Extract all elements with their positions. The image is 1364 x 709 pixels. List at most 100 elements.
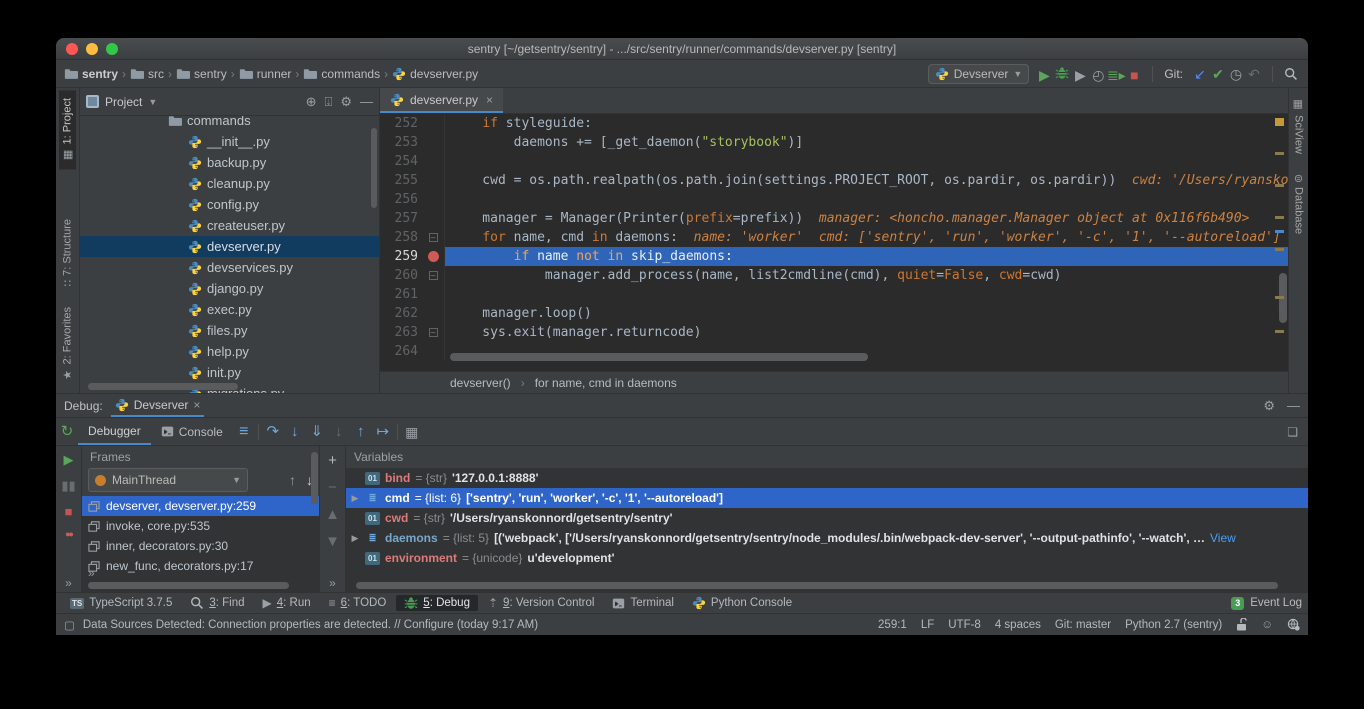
step-into-my-code-button[interactable]: ⇓ — [306, 423, 328, 441]
line-number[interactable]: 252 — [380, 114, 422, 133]
debug-tab-debugger[interactable]: Debugger — [78, 418, 151, 445]
force-step-into-button[interactable]: ↓ — [328, 423, 350, 441]
breadcrumb-item[interactable]: commands — [303, 67, 380, 81]
hide-panel-icon[interactable]: — — [360, 94, 373, 109]
hide-panel-icon[interactable]: — — [1287, 398, 1300, 414]
variable-row-environment[interactable]: 01environment= {unicode}u'development' — [346, 548, 1308, 568]
tree-item-files-py[interactable]: files.py — [80, 320, 379, 341]
tree-item-help-py[interactable]: help.py — [80, 341, 379, 362]
settings-gear-icon[interactable]: ⚙ — [1263, 398, 1275, 414]
vcs-update-icon[interactable]: ↙ — [1191, 65, 1209, 83]
line-number[interactable]: 260 — [380, 266, 422, 285]
variables-scrollbar-horizontal[interactable] — [356, 582, 1278, 589]
stripe-mark[interactable] — [1275, 152, 1284, 155]
move-down-button[interactable]: ▼ — [325, 533, 340, 550]
editor-breadcrumb-item[interactable]: devserver() — [450, 376, 511, 390]
code-area[interactable]: 252 if styleguide:253 daemons += [_get_d… — [380, 114, 1288, 371]
variable-row-daemons[interactable]: ▶≣daemons= {list: 5}[('webpack', ['/User… — [346, 528, 1308, 548]
status-item[interactable]: 4 spaces — [995, 619, 1041, 631]
title-bar[interactable]: sentry [~/getsentry/sentry] - .../src/se… — [56, 38, 1308, 60]
remove-watch-button[interactable]: − — [328, 479, 337, 496]
code-text[interactable] — [444, 190, 1288, 209]
tree-item-django-py[interactable]: django.py — [80, 278, 379, 299]
close-button[interactable] — [66, 43, 78, 55]
code-text[interactable]: cwd = os.path.realpath(os.path.join(sett… — [444, 171, 1288, 190]
tree-item-commands[interactable]: commands — [80, 116, 379, 131]
unlock-icon[interactable] — [1236, 618, 1247, 631]
search-everywhere-button[interactable] — [1282, 65, 1300, 83]
fold-marker-icon[interactable]: – — [429, 328, 438, 337]
tool-tab-database[interactable]: ⊜Database — [1290, 166, 1307, 242]
frame-up-icon[interactable]: ↑ — [289, 472, 296, 488]
status-item[interactable]: 259:1 — [878, 619, 907, 631]
project-scrollbar-vertical[interactable] — [371, 128, 377, 208]
stripe-mark[interactable] — [1275, 216, 1284, 219]
close-icon[interactable]: × — [486, 93, 493, 107]
line-number[interactable]: 253 — [380, 133, 422, 152]
frame-row[interactable]: inner, decorators.py:30 — [82, 536, 319, 556]
toolwindow-typescript-3-7-5[interactable]: TSTypeScript 3.7.5 — [62, 596, 180, 610]
tree-item-cleanup-py[interactable]: cleanup.py — [80, 173, 379, 194]
line-number[interactable]: 256 — [380, 190, 422, 209]
code-text[interactable]: if styleguide: — [444, 114, 1288, 133]
status-item[interactable]: Git: master — [1055, 619, 1111, 631]
vcs-rollback-icon[interactable]: ↶ — [1245, 65, 1263, 83]
error-stripe[interactable] — [1274, 118, 1286, 333]
code-text[interactable]: for name, cmd in daemons: name: 'worker'… — [444, 228, 1288, 247]
run-with-button[interactable]: ≣▸ — [1107, 66, 1125, 84]
breakpoint-icon[interactable] — [428, 251, 439, 262]
breadcrumb-file[interactable]: devserver.py — [392, 67, 478, 81]
status-item[interactable]: Python 2.7 (sentry) — [1125, 619, 1222, 631]
tree-item-config-py[interactable]: config.py — [80, 194, 379, 215]
status-item[interactable]: LF — [921, 619, 934, 631]
toolwindow-terminal[interactable]: Terminal — [604, 596, 681, 611]
code-line-262[interactable]: 262 manager.loop() — [380, 304, 1288, 323]
expand-arrow-icon[interactable]: ▶ — [350, 533, 360, 544]
code-line-263[interactable]: 263– sys.exit(manager.returncode) — [380, 323, 1288, 342]
thread-select[interactable]: MainThread ▼ — [88, 468, 248, 492]
tree-item-init-py[interactable]: init.py — [80, 362, 379, 383]
stripe-mark[interactable] — [1275, 230, 1284, 233]
more-icon[interactable]: » — [88, 566, 95, 580]
stripe-mark[interactable] — [1275, 184, 1284, 187]
layout-settings-icon[interactable]: ≡ — [233, 423, 255, 441]
debug-button[interactable] — [1053, 64, 1071, 82]
settings-gear-icon[interactable]: ⚙ — [340, 94, 352, 110]
tree-item-exec-py[interactable]: exec.py — [80, 299, 379, 320]
variable-row-cwd[interactable]: 01cwd= {str}'/Users/ryanskonnord/getsent… — [346, 508, 1308, 528]
vcs-commit-icon[interactable]: ✔ — [1209, 65, 1227, 83]
tool-tab-project[interactable]: ▦1: Project — [59, 90, 76, 169]
evaluate-expression-button[interactable]: ▦ — [401, 423, 423, 441]
code-line-259[interactable]: 259 if name not in skip_daemons: — [380, 247, 1288, 266]
stripe-mark[interactable] — [1275, 118, 1284, 126]
toolwindow-python-console[interactable]: Python Console — [684, 595, 800, 611]
view-breakpoints-button[interactable]: ●● — [65, 529, 72, 539]
code-line-257[interactable]: 257 manager = Manager(Printer(prefix=pre… — [380, 209, 1288, 228]
frames-scrollbar-vertical[interactable] — [311, 452, 318, 504]
code-line-253[interactable]: 253 daemons += [_get_daemon("storybook")… — [380, 133, 1288, 152]
frame-row[interactable]: new_func, decorators.py:17 — [82, 556, 319, 576]
code-text[interactable]: daemons += [_get_daemon("storybook")] — [444, 133, 1288, 152]
add-watch-button[interactable]: + — [328, 452, 337, 469]
code-text[interactable]: manager.add_process(name, list2cmdline(c… — [444, 266, 1288, 285]
code-line-252[interactable]: 252 if styleguide: — [380, 114, 1288, 133]
dumb-mode-icon[interactable]: ☺ — [1261, 619, 1273, 631]
tool-tab-structure[interactable]: ∷7: Structure — [59, 211, 76, 295]
profiler-button[interactable]: ◴ — [1089, 66, 1107, 84]
status-message[interactable]: Data Sources Detected: Connection proper… — [83, 619, 538, 631]
run-button[interactable]: ▶ — [1035, 66, 1053, 84]
code-line-254[interactable]: 254 — [380, 152, 1288, 171]
status-item[interactable]: UTF-8 — [948, 619, 981, 631]
tool-tab-favorites[interactable]: ★2: Favorites — [59, 299, 76, 389]
variable-row-cmd[interactable]: ▶≣cmd= {list: 6}['sentry', 'run', 'worke… — [346, 488, 1308, 508]
line-number[interactable]: 258 — [380, 228, 422, 247]
code-text[interactable] — [444, 152, 1288, 171]
toolwindow-6-todo[interactable]: ≡6: TODO — [321, 595, 395, 611]
stop-button[interactable]: ■ — [1125, 66, 1143, 84]
code-line-260[interactable]: 260– manager.add_process(name, list2cmdl… — [380, 266, 1288, 285]
editor-breadcrumb-item[interactable]: for name, cmd in daemons — [535, 376, 677, 390]
fold-marker-icon[interactable]: – — [429, 233, 438, 242]
run-to-cursor-button[interactable]: ↦ — [372, 423, 394, 441]
coverage-button[interactable]: ▶ — [1071, 66, 1089, 84]
fold-marker-icon[interactable]: – — [429, 271, 438, 280]
